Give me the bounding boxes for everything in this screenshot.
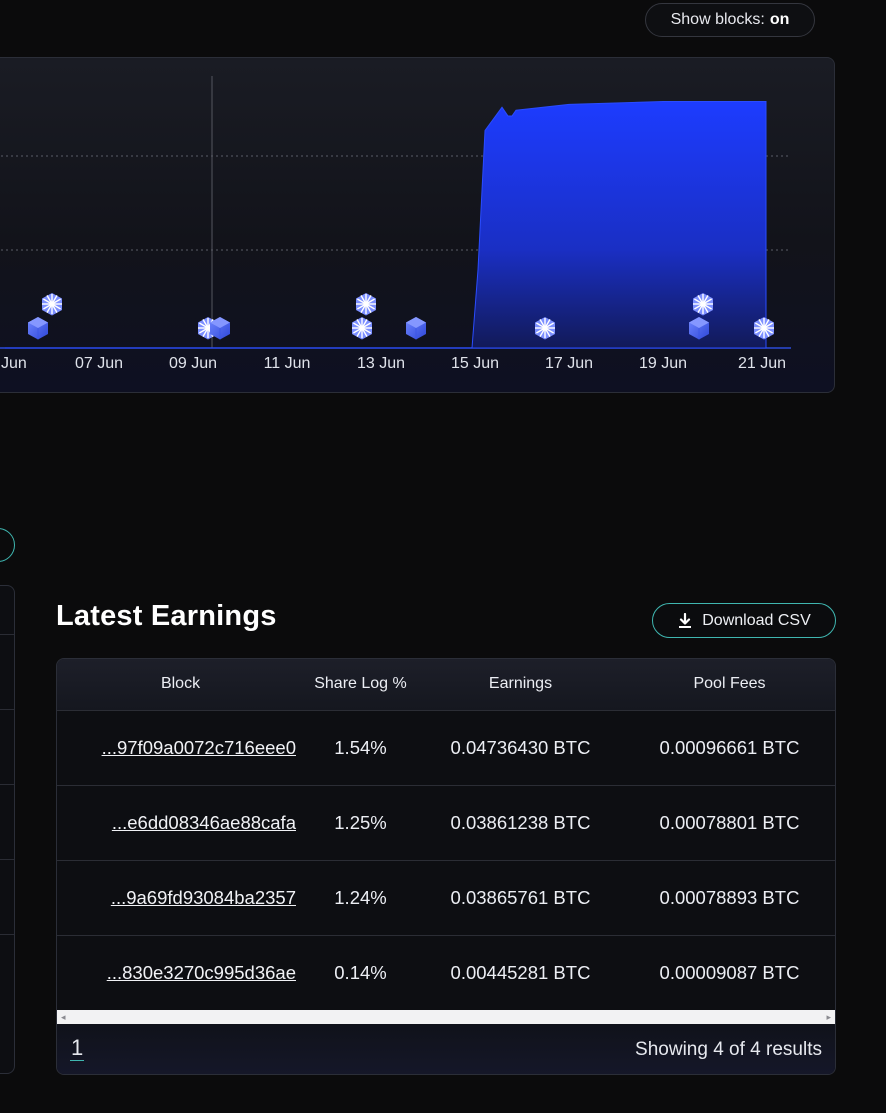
pool-fees-cell: 0.00009087 BTC [659,961,800,983]
download-icon [679,612,692,628]
x-axis-ticks: Jun 07 Jun 09 Jun 11 Jun 13 Jun 15 Jun 17 Jun 1… [1,355,786,372]
earnings-cell: 0.03865761 BTC [450,886,591,908]
pool-fees-cell: 0.00078893 BTC [659,886,800,908]
block-hash-link[interactable]: ...830e3270c995d36ae [107,962,296,983]
block-hash-link[interactable]: ...9a69fd93084ba2357 [111,887,296,908]
x-tick-label: Jun [1,355,27,372]
chart-area-series [5,101,767,349]
row-divider [0,784,14,785]
share-log-cell: 1.24% [334,886,387,908]
x-tick-label: 21 Jun [738,355,786,372]
pool-fees-cell: 0.00096661 BTC [659,736,800,758]
block-found-icon [42,293,62,316]
block-cell: ...9a69fd93084ba2357 [57,860,304,935]
earnings-cell: 0.00445281 BTC [450,961,591,983]
row-divider [0,709,14,710]
row-divider [0,934,14,935]
table-row: ...97f09a0072c716eee0 1.54% 0.04736430 B… [57,710,835,785]
area-fill [5,101,767,349]
table-footer: 1 Showing 4 of 4 results [57,1024,835,1074]
x-tick-label: 15 Jun [451,355,499,372]
share-log-cell: 0.14% [334,961,387,983]
row-divider [0,634,14,635]
col-header-pool-fees[interactable]: Pool Fees [624,659,835,710]
latest-earnings-title: Latest Earnings [56,600,277,632]
block-cell: ...e6dd08346ae88cafa [57,785,304,860]
scroll-right-icon[interactable]: ▸ [826,1012,831,1023]
block-found-icon [356,293,376,316]
download-csv-button[interactable]: Download CSV [652,603,836,638]
show-blocks-toggle[interactable]: Show blocks: on [645,3,815,37]
x-tick-label: 07 Jun [75,355,123,372]
table-header-row: Block Share Log % Earnings Pool Fees [57,659,835,710]
pool-fees-cell: 0.00078801 BTC [659,811,800,833]
x-tick-label: 17 Jun [545,355,593,372]
scroll-left-icon[interactable]: ◂ [61,1012,66,1023]
col-header-block[interactable]: Block [57,659,304,710]
col-header-earnings[interactable]: Earnings [417,659,624,710]
x-tick-label: 09 Jun [169,355,217,372]
earnings-cell: 0.04736430 BTC [450,736,591,758]
download-csv-label: Download CSV [702,611,811,629]
block-cube-icon [28,317,48,340]
x-tick-label: 11 Jun [264,355,311,372]
block-cell: ...97f09a0072c716eee0 [57,710,304,785]
show-blocks-label: Show blocks: [670,11,765,28]
x-tick-label: 13 Jun [357,355,405,372]
hashrate-chart: Jun 07 Jun 09 Jun 11 Jun 13 Jun 15 Jun 17 Jun 1… [0,57,835,393]
pagination-page-1[interactable]: 1 [70,1036,85,1061]
earnings-table: Block Share Log % Earnings Pool Fees ...… [56,658,836,1075]
block-hash-link[interactable]: ...e6dd08346ae88cafa [112,812,296,833]
row-divider [0,859,14,860]
left-filter-pill[interactable] [0,528,15,562]
x-tick-label: 19 Jun [639,355,687,372]
show-blocks-state: on [769,11,790,28]
block-cube-icon [406,317,426,340]
chart-svg: Jun 07 Jun 09 Jun 11 Jun 13 Jun 15 Jun 17 Jun 1… [0,76,791,372]
left-table-edge [0,585,15,1074]
share-log-cell: 1.54% [334,736,387,758]
share-log-cell: 1.25% [334,811,387,833]
horizontal-scrollbar[interactable]: ◂ ▸ [57,1010,835,1024]
table-row: ...e6dd08346ae88cafa 1.25% 0.03861238 BT… [57,785,835,860]
block-hash-link[interactable]: ...97f09a0072c716eee0 [102,737,296,758]
table-row: ...830e3270c995d36ae 0.14% 0.00445281 BT… [57,935,835,1010]
results-count: Showing 4 of 4 results [635,1039,822,1060]
block-cell: ...830e3270c995d36ae [57,935,304,1010]
earnings-cell: 0.03861238 BTC [450,811,591,833]
block-found-icon [352,317,372,340]
table-row: ...9a69fd93084ba2357 1.24% 0.03865761 BT… [57,860,835,935]
col-header-share-log[interactable]: Share Log % [304,659,417,710]
